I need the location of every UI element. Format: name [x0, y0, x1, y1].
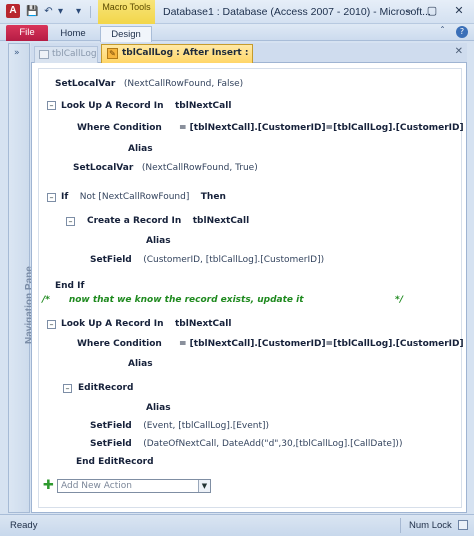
action-arguments: (NextCallRowFound, False)	[123, 79, 244, 89]
collapse-toggle[interactable]: –	[47, 193, 56, 202]
close-document-icon[interactable]: ✕	[455, 46, 463, 57]
block-keyword: Create a Record In	[87, 216, 182, 226]
where-condition-row[interactable]: Where Condition = [tblNextCall].[Custome…	[77, 339, 464, 349]
block-table: tblNextCall	[174, 319, 232, 329]
action-keyword: SetLocalVar	[73, 163, 134, 173]
doc-tab-tblcalllog[interactable]: tblCallLog	[34, 46, 98, 63]
customize-quick-access-icon[interactable]: ▾	[72, 5, 85, 18]
window-title: Database1 : Database (Access 2007 - 2010…	[163, 6, 431, 18]
action-keyword: SetField	[90, 421, 132, 431]
undo-dropdown-icon[interactable]: ▾	[54, 5, 67, 18]
block-keyword: Look Up A Record In	[61, 101, 164, 111]
doc-tab-after-insert[interactable]: ✎ tblCallLog : After Insert :	[101, 44, 253, 63]
end-if-keyword[interactable]: End If	[55, 281, 84, 291]
access-app-icon[interactable]: A	[6, 4, 20, 18]
ribbon-tab-row: File Home Design ˆ ?	[0, 24, 474, 42]
macro-icon: ✎	[107, 48, 118, 59]
action-arguments: (CustomerID, [tblCallLog].[CustomerID])	[143, 255, 325, 265]
block-keyword: Look Up A Record In	[61, 319, 164, 329]
where-condition-value: = [tblNextCall].[CustomerID]=[tblCallLog…	[179, 339, 464, 349]
collapse-toggle[interactable]: –	[66, 217, 75, 226]
help-icon[interactable]: ?	[456, 26, 468, 38]
status-text: Ready	[10, 520, 38, 531]
ribbon-minimize-icon[interactable]: ˆ	[440, 26, 445, 37]
edit-record-block[interactable]: EditRecord	[78, 383, 133, 393]
where-condition-label: Where Condition	[77, 339, 162, 349]
action-keyword: SetField	[90, 255, 132, 265]
action-keyword: SetField	[90, 439, 132, 449]
design-view-icon[interactable]	[458, 520, 468, 530]
alias-label[interactable]: Alias	[128, 144, 153, 154]
tab-design[interactable]: Design	[100, 26, 152, 42]
comment-text: now that we know the record exists, upda…	[68, 295, 304, 305]
contextual-tab-group-title: Macro Tools	[102, 2, 151, 12]
block-table: tblNextCall	[174, 101, 232, 111]
block-table: tblNextCall	[192, 216, 250, 226]
add-new-action-dropdown[interactable]: Add New Action ▼	[57, 479, 211, 493]
action-setfield[interactable]: SetField (CustomerID, [tblCallLog].[Cust…	[90, 255, 324, 265]
end-edit-record-keyword[interactable]: End EditRecord	[76, 457, 154, 467]
action-arguments: (DateOfNextCall, DateAdd("d",30,[tblCall…	[143, 439, 403, 449]
action-setlocalvar[interactable]: SetLocalVar (NextCallRowFound, True)	[73, 163, 258, 173]
collapse-toggle[interactable]: –	[47, 320, 56, 329]
action-arguments: (Event, [tblCallLog].[Event])	[143, 421, 270, 431]
if-condition: Not [NextCallRowFound]	[79, 192, 190, 202]
status-bar: Ready Num Lock	[0, 514, 474, 536]
macro-designer-canvas: SetLocalVar (NextCallRowFound, False) – …	[31, 63, 467, 513]
add-action-plus-icon[interactable]: ✚	[43, 479, 54, 492]
add-new-action-placeholder: Add New Action	[61, 481, 132, 491]
macro-frame: SetLocalVar (NextCallRowFound, False) – …	[38, 68, 464, 508]
collapse-toggle[interactable]: –	[47, 101, 56, 110]
document-tab-strip: tblCallLog ✎ tblCallLog : After Insert :…	[31, 43, 467, 63]
then-keyword: Then	[200, 192, 226, 202]
quick-access-separator	[90, 6, 91, 18]
action-arguments: (NextCallRowFound, True)	[141, 163, 258, 173]
action-keyword: SetLocalVar	[55, 79, 116, 89]
close-window-button[interactable]: ✕	[450, 3, 468, 19]
lookup-record-block[interactable]: Look Up A Record In tblNextCall	[61, 319, 231, 329]
where-condition-row[interactable]: Where Condition = [tblNextCall].[Custome…	[77, 123, 464, 133]
where-condition-value: = [tblNextCall].[CustomerID]=[tblCallLog…	[179, 123, 464, 133]
doc-tab-label: tblCallLog : After Insert :	[122, 48, 249, 58]
minimize-button[interactable]: –	[400, 3, 418, 19]
restore-button[interactable]: ▢	[423, 3, 441, 19]
action-setfield[interactable]: SetField (DateOfNextCall, DateAdd("d",30…	[90, 439, 402, 449]
status-divider	[400, 518, 401, 533]
if-block[interactable]: If Not [NextCallRowFound] Then	[61, 192, 226, 202]
collapse-toggle[interactable]: –	[63, 384, 72, 393]
alias-label[interactable]: Alias	[128, 359, 153, 369]
doc-tab-label: tblCallLog	[52, 49, 97, 59]
navigation-pane[interactable]: » Navigation Pane	[8, 43, 35, 513]
num-lock-indicator: Num Lock	[409, 520, 452, 531]
comment-open: /*	[42, 295, 50, 305]
comment-row[interactable]: /* now that we know the record exists, u…	[42, 295, 304, 305]
comment-close: */	[395, 295, 403, 305]
lookup-record-block[interactable]: Look Up A Record In tblNextCall	[61, 101, 231, 111]
alias-label[interactable]: Alias	[146, 403, 171, 413]
action-setfield[interactable]: SetField (Event, [tblCallLog].[Event])	[90, 421, 269, 431]
create-record-block[interactable]: Create a Record In tblNextCall	[87, 216, 249, 226]
save-icon[interactable]: 💾	[26, 5, 39, 18]
chevron-down-icon[interactable]: ▼	[198, 480, 210, 492]
expand-nav-icon[interactable]: »	[14, 48, 20, 58]
table-icon	[39, 50, 49, 59]
action-setlocalvar[interactable]: SetLocalVar (NextCallRowFound, False)	[55, 79, 243, 89]
where-condition-label: Where Condition	[77, 123, 162, 133]
if-keyword: If	[61, 192, 69, 202]
tab-home[interactable]: Home	[52, 26, 94, 41]
tab-file[interactable]: File	[6, 25, 48, 41]
title-bar: A 💾 ↶ ▾ ▾ Macro Tools Database1 : Databa…	[0, 0, 474, 40]
alias-label[interactable]: Alias	[146, 236, 171, 246]
